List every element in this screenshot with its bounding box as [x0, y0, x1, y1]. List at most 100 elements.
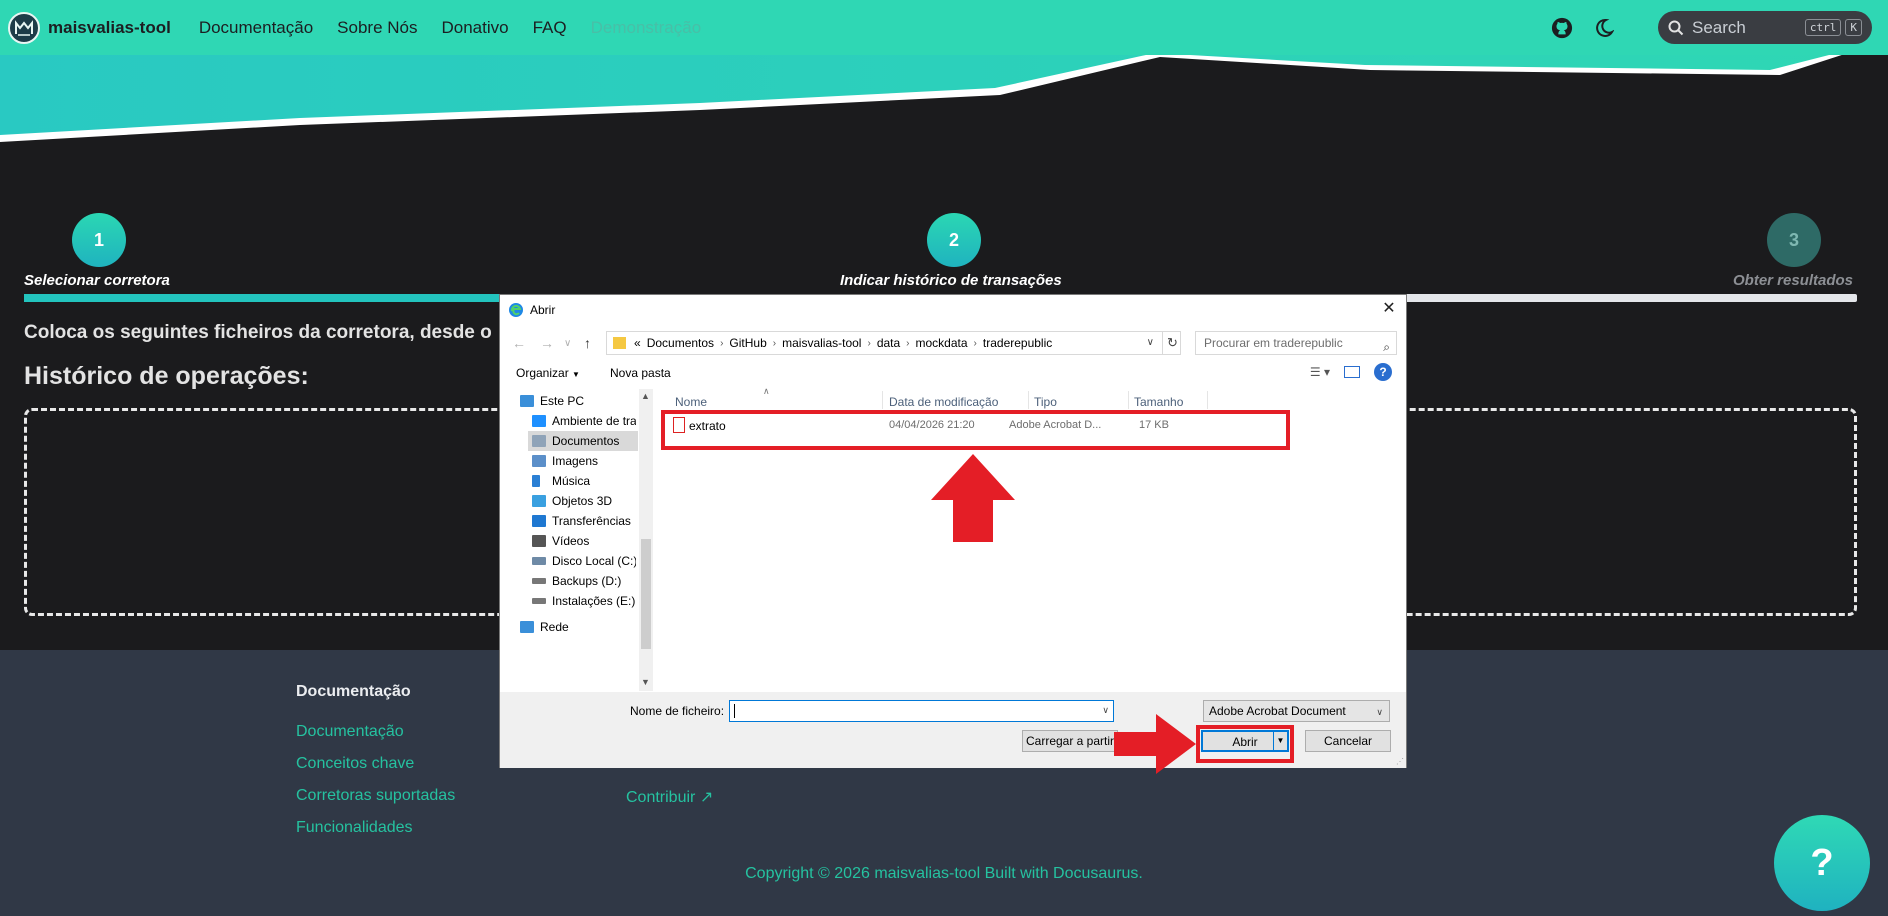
nav-item-ambiente[interactable]: Ambiente de tra — [532, 411, 636, 431]
nav-item-label: Ambiente de tra — [552, 414, 636, 428]
view-options-icon[interactable]: ☰ ▾ — [1310, 365, 1330, 379]
nav-item-imagens[interactable]: Imagens — [532, 451, 636, 471]
nav-link-donativo[interactable]: Donativo — [442, 18, 509, 38]
footer-link-documentacao[interactable]: Documentação — [296, 723, 404, 741]
column-header-tamanho[interactable]: Tamanho — [1134, 395, 1183, 409]
column-header-data[interactable]: Data de modificação — [889, 395, 998, 409]
videos-icon — [532, 535, 546, 547]
scroll-thumb[interactable] — [641, 539, 651, 649]
column-header-nome[interactable]: Nome — [675, 395, 707, 409]
breadcrumb-github[interactable]: GitHub — [729, 336, 766, 350]
nav-link-documentacao[interactable]: Documentação — [199, 18, 313, 38]
downloads-icon — [532, 515, 546, 527]
nav-item-rede[interactable]: Rede — [520, 617, 644, 637]
pictures-icon — [532, 455, 546, 467]
nav-item-backups-d[interactable]: Backups (D:) — [532, 571, 636, 591]
address-row: ← → ∨ ↑ « Documentos › GitHub › maisvalias… — [500, 331, 1406, 357]
chevron-right-icon: › — [973, 337, 977, 349]
footer-link-funcionalidades[interactable]: Funcionalidades — [296, 819, 413, 837]
column-divider — [882, 391, 883, 409]
nav-item-videos[interactable]: Vídeos — [532, 531, 636, 551]
dark-mode-icon[interactable] — [1590, 14, 1618, 42]
cancel-button[interactable]: Cancelar — [1305, 730, 1391, 752]
desktop-icon — [532, 415, 546, 427]
dialog-titlebar: Abrir — [500, 295, 1406, 325]
nav-item-objetos[interactable]: Objetos 3D — [532, 491, 636, 511]
dialog-title: Abrir — [530, 303, 556, 317]
nav-item-label: Objetos 3D — [552, 494, 613, 508]
contribuir-label: Contribuir — [626, 789, 696, 806]
nav-item-transferencias[interactable]: Transferências — [532, 511, 636, 531]
kbd-ctrl: ctrl — [1804, 19, 1842, 36]
footer-link-contribuir[interactable]: Contribuir ↗ — [626, 787, 713, 807]
scroll-up-icon[interactable]: ▲ — [641, 391, 650, 401]
nav-item-label: Backups (D:) — [552, 574, 622, 588]
folder-icon — [613, 337, 626, 349]
nav-item-documentos[interactable]: Documentos — [528, 431, 638, 451]
brand-link[interactable]: maisvalias-tool — [8, 11, 171, 44]
nav-item-label: Música — [552, 474, 591, 488]
filename-input[interactable]: ∨ — [729, 700, 1114, 722]
scroll-down-icon[interactable]: ▼ — [641, 677, 650, 687]
sort-indicator-icon: ∧ — [763, 386, 770, 396]
breadcrumb-data[interactable]: data — [877, 336, 900, 350]
nav-item-label: Imagens — [552, 454, 599, 468]
computer-icon — [520, 395, 534, 407]
annotation-arrow-up-icon — [931, 454, 1015, 542]
github-icon[interactable] — [1548, 14, 1576, 42]
objects-3d-icon — [532, 495, 546, 507]
refresh-icon[interactable]: ↻ — [1162, 331, 1182, 355]
step-2-circle[interactable]: 2 — [927, 213, 981, 267]
column-header-tipo[interactable]: Tipo — [1034, 395, 1057, 409]
footer-link-conceitos[interactable]: Conceitos chave — [296, 755, 414, 773]
nav-scrollbar[interactable]: ▲ ▼ — [639, 389, 653, 691]
dialog-toolbar: Organizar ▼ Nova pasta ☰ ▾ ? — [500, 359, 1406, 387]
nav-links: Documentação Sobre Nós Donativo FAQ Demo… — [199, 18, 701, 38]
search-icon: ⌕ — [1383, 340, 1390, 354]
nav-item-musica[interactable]: Música — [532, 471, 636, 491]
chevron-down-icon[interactable]: ∨ — [1147, 337, 1154, 348]
footer-link-corretoras[interactable]: Corretoras suportadas — [296, 787, 455, 805]
breadcrumb-prefix: « — [634, 336, 641, 350]
breadcrumb-mockdata[interactable]: mockdata — [916, 336, 968, 350]
nav-item-disco-c[interactable]: Disco Local (C:) — [532, 551, 636, 571]
column-divider — [1207, 391, 1208, 409]
nav-link-sobre-nos[interactable]: Sobre Nós — [337, 18, 417, 38]
address-bar[interactable]: « Documentos › GitHub › maisvalias-tool › d… — [606, 331, 1181, 355]
recent-dropdown-icon[interactable]: ∨ — [564, 338, 571, 349]
back-arrow-icon[interactable]: ← — [512, 335, 526, 351]
nav-item-instalacoes-e[interactable]: Instalações (E:) — [532, 591, 636, 611]
chevron-right-icon: › — [867, 337, 871, 349]
preview-pane-icon[interactable] — [1344, 366, 1360, 378]
folder-search-input[interactable]: Procurar em traderepublic ⌕ — [1195, 331, 1397, 355]
nav-link-demonstracao[interactable]: Demonstração — [591, 18, 702, 38]
caret-down-icon: ▼ — [572, 370, 580, 379]
nav-item-este-pc[interactable]: Este PC — [520, 391, 644, 411]
search-button[interactable]: Search ctrl K — [1658, 11, 1872, 44]
breadcrumb-maisvalias[interactable]: maisvalias-tool — [782, 336, 861, 350]
documents-icon — [532, 435, 546, 447]
upload-from-button[interactable]: Carregar a partir — [1022, 730, 1118, 752]
view-tools: ☰ ▾ ? — [1310, 363, 1392, 381]
breadcrumb-traderepublic[interactable]: traderepublic — [983, 336, 1052, 350]
resize-grip-icon[interactable]: ⋰ — [1396, 757, 1404, 766]
column-divider — [1028, 391, 1029, 409]
network-icon — [520, 621, 534, 633]
chevron-down-icon[interactable]: ∨ — [1102, 705, 1109, 716]
navigation-pane: Este PC Ambiente de tra Documentos Image… — [500, 389, 638, 691]
forward-arrow-icon[interactable]: → — [540, 335, 554, 351]
organize-button[interactable]: Organizar ▼ — [516, 366, 580, 380]
up-arrow-icon[interactable]: ↑ — [584, 335, 591, 351]
help-icon[interactable]: ? — [1374, 363, 1392, 381]
new-folder-button[interactable]: Nova pasta — [610, 366, 671, 380]
nav-item-label: Transferências — [552, 514, 631, 528]
kbd-k: K — [1845, 19, 1862, 36]
chevron-right-icon: › — [906, 337, 910, 349]
help-button[interactable]: ? — [1774, 815, 1870, 911]
dialog-close-button[interactable]: ✕ — [1380, 300, 1398, 318]
nav-link-faq[interactable]: FAQ — [533, 18, 567, 38]
step-3-circle[interactable]: 3 — [1767, 213, 1821, 267]
breadcrumb-documentos[interactable]: Documentos — [647, 336, 714, 350]
filetype-select[interactable]: Adobe Acrobat Document ∨ — [1203, 700, 1390, 722]
step-1-circle[interactable]: 1 — [72, 213, 126, 267]
